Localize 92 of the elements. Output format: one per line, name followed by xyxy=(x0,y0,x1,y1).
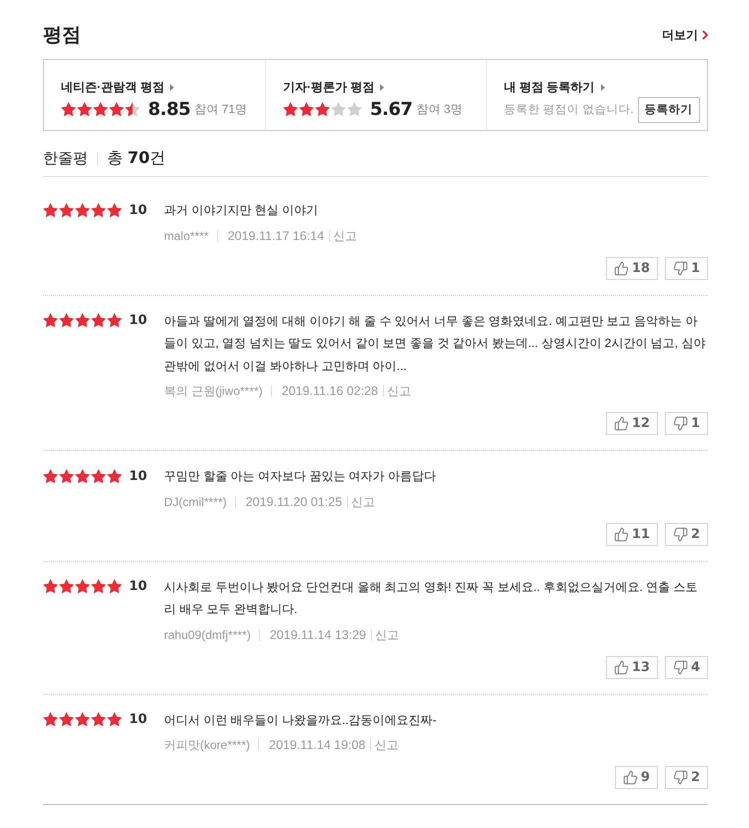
star-icon xyxy=(75,579,90,594)
thumbs-up-icon xyxy=(614,660,629,674)
like-button[interactable]: 18 xyxy=(606,256,658,280)
star-icon xyxy=(91,313,106,328)
score-value: 8.85 xyxy=(148,98,190,120)
review-score: 10 xyxy=(129,313,148,328)
star-icon xyxy=(107,468,122,483)
thumbs-down-icon xyxy=(672,260,688,276)
dislike-button[interactable]: 1 xyxy=(664,256,708,280)
star-icon xyxy=(107,313,122,328)
star-icon xyxy=(43,202,58,217)
thumbs-down-icon xyxy=(672,660,688,674)
like-button[interactable]: 12 xyxy=(606,412,658,435)
empty-rating-message: 등록한 평점이 없습니다. xyxy=(504,103,634,117)
thumbs-down-icon xyxy=(672,770,688,785)
star-icon xyxy=(77,102,92,116)
star-icon xyxy=(283,102,298,116)
star-icon xyxy=(347,102,362,116)
star-icon xyxy=(125,102,140,116)
participant-count: 참여 3명 xyxy=(416,100,462,118)
star-icon xyxy=(61,102,76,116)
star-icon xyxy=(75,712,90,726)
author-name: 복의 근원(jiwo****) xyxy=(164,385,263,397)
star-icon xyxy=(91,712,106,726)
review-date: 2019.11.17 16:14 xyxy=(216,230,324,242)
star-icon xyxy=(93,102,108,116)
star-icon xyxy=(43,579,58,594)
rating-category-link[interactable]: 네티즌·관람객 평점 xyxy=(61,79,174,96)
dislike-button[interactable]: 4 xyxy=(664,656,708,678)
star-icon xyxy=(75,468,90,483)
star-icon xyxy=(43,313,58,328)
review-text: 어디서 이런 배우들이 나왔을까요..감동이에요진짜- xyxy=(164,712,438,728)
review-text: 꾸밈만 할줄 아는 여자보다 꿈있는 여자가 아름답다 xyxy=(164,468,438,485)
review-score: 10 xyxy=(129,468,148,484)
review-text: 아들과 딸에게 열정에 대해 이야기 해 줄 수 있어서 너무 좋은 영화였네요. 예고편만 보고 음악하는 아들이 있고, 열정 넘치는 딸도 있어서 같이 보면 좋을 것 같아서 봤는데... 상영시간이 2시간이 넘고, 심야관밖에 없어서 이걸 봐야하나 고민하며 아이... xyxy=(164,312,706,374)
star-icon xyxy=(107,202,122,217)
review-date: 2019.11.20 01:25 xyxy=(234,496,342,508)
register-button[interactable]: 등록하기 xyxy=(638,96,700,122)
review-score: 10 xyxy=(129,579,148,594)
star-icon xyxy=(331,102,346,116)
rating-category-link[interactable]: 내 평점 등록하기 xyxy=(504,79,605,96)
dislike-button[interactable]: 1 xyxy=(664,412,708,435)
star-icon xyxy=(75,202,90,217)
star-icon xyxy=(91,579,106,594)
star-icon xyxy=(59,202,74,217)
star-icon xyxy=(59,468,74,483)
more-link[interactable]: 더보기 xyxy=(662,26,708,44)
caret-icon xyxy=(380,84,384,91)
review-score: 10 xyxy=(129,712,148,727)
star-icon xyxy=(107,579,122,594)
review-date: 2019.11.14 19:08 xyxy=(258,739,366,751)
thumbs-up-icon xyxy=(614,526,629,542)
thumbs-up-icon xyxy=(614,416,629,431)
caret-icon xyxy=(170,84,174,91)
star-icon xyxy=(107,712,122,726)
thumbs-up-icon xyxy=(614,260,629,276)
like-button[interactable]: 9 xyxy=(614,766,658,789)
star-icon xyxy=(43,468,58,483)
section-title: 평점 xyxy=(43,24,81,48)
star-icon xyxy=(59,712,74,726)
review-date: 2019.11.14 13:29 xyxy=(258,628,366,640)
review-date: 2019.11.16 02:28 xyxy=(270,385,378,397)
author-name: rahu09(dmfj****) xyxy=(164,628,251,640)
star-icon xyxy=(91,202,106,217)
caret-icon xyxy=(600,84,605,91)
review-text: 과거 이야기지만 현실 이야기 xyxy=(164,202,320,219)
star-icon xyxy=(43,712,58,726)
star-icon xyxy=(109,102,124,116)
star-icon xyxy=(75,313,90,328)
score-value: 5.67 xyxy=(370,98,412,120)
participant-count: 참여 71명 xyxy=(194,100,248,118)
thumbs-down-icon xyxy=(672,526,688,542)
star-icon xyxy=(91,468,106,483)
star-icon xyxy=(299,102,314,116)
star-icon xyxy=(59,579,74,594)
total-count: 총 70건 xyxy=(107,148,166,168)
review-score: 10 xyxy=(129,202,148,218)
dislike-button[interactable]: 2 xyxy=(664,522,708,546)
author-name: 커피맛(kore****) xyxy=(164,739,250,751)
chevron-right-icon xyxy=(702,30,708,40)
rating-category-link[interactable]: 기자·평론가 평점 xyxy=(283,79,384,96)
comments-heading: 한줄평 xyxy=(43,152,98,164)
star-icon xyxy=(315,102,330,116)
like-button[interactable]: 13 xyxy=(606,656,658,678)
author-name: malo**** xyxy=(164,230,209,242)
thumbs-up-icon xyxy=(622,770,638,785)
like-button[interactable]: 11 xyxy=(606,522,658,546)
thumbs-down-icon xyxy=(672,416,688,431)
author-name: DJ(cmil****) xyxy=(164,496,227,508)
star-icon xyxy=(59,313,74,328)
review-text: 시사회로 두번이나 봤어요 단언컨대 올해 최고의 영화! 진짜 꼭 보세요.. 후회없으실거에요. 연출 스토리 배우 모두 완벽합니다. xyxy=(164,578,698,618)
dislike-button[interactable]: 2 xyxy=(664,766,708,789)
